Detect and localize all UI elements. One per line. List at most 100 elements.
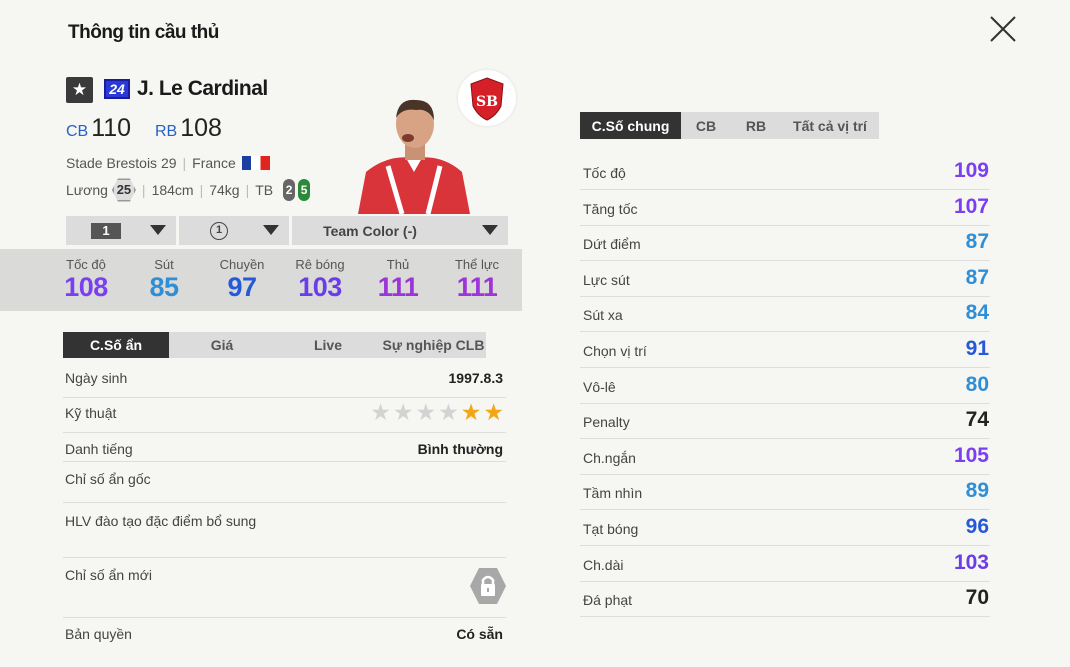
skill-label: Kỹ thuật	[65, 405, 117, 421]
stat-label: Dứt điểm	[583, 236, 641, 253]
tab-rb[interactable]: RB	[731, 112, 781, 139]
birth-label: Ngày sinh	[65, 370, 128, 386]
skill-row: Kỹ thuật ★ ★ ★ ★ ★ ★	[63, 401, 506, 433]
skill-stars: ★ ★ ★ ★ ★ ★	[370, 401, 504, 424]
coach-row: HLV đào tạo đặc điểm bổ sung	[63, 513, 506, 558]
stat-value: 107	[953, 194, 989, 218]
svg-text:SB: SB	[476, 94, 498, 110]
traits-label: Chỉ số ẩn gốc	[65, 471, 151, 487]
close-icon[interactable]	[988, 14, 1018, 44]
new-traits-row: Chỉ số ẩn mới	[63, 567, 506, 618]
weak-foot-icon: 2	[283, 179, 296, 201]
stat-value: 84	[965, 301, 989, 325]
main-stat-value: 97	[227, 272, 257, 302]
rank-select[interactable]: 1	[179, 216, 289, 245]
player-meta: Lương 25 | 184cm | 74kg | TB 2 5	[66, 178, 311, 202]
stat-label: Tạt bóng	[583, 521, 639, 537]
fame-row: Danh tiếng Bình thường	[63, 441, 506, 462]
stat-value: 96	[965, 515, 989, 538]
license-label: Bản quyền	[65, 626, 132, 642]
main-stat: Tốc độ 108	[56, 257, 116, 303]
main-stat: Thể lực 111	[447, 257, 507, 303]
stat-label: Ch.ngắn	[583, 449, 636, 466]
page-title: Thông tin cầu thủ	[68, 22, 219, 43]
star-empty-icon: ★	[415, 399, 437, 425]
main-stat-value: 111	[456, 272, 498, 302]
main-stat-value: 111	[377, 272, 419, 302]
level-select[interactable]: 1	[66, 216, 176, 245]
lock-icon	[470, 568, 506, 604]
license-value: Có sẵn	[456, 626, 503, 642]
weight: 74kg	[209, 182, 240, 198]
salary-label: Lương	[66, 182, 108, 198]
chevron-down-icon	[263, 225, 279, 235]
stat-row: Đá phạt 70	[580, 582, 990, 618]
main-stat: Rê bóng 103	[290, 257, 350, 303]
star-empty-icon: ★	[392, 399, 414, 425]
coach-label: HLV đào tạo đặc điểm bổ sung	[65, 513, 257, 529]
main-stats: Tốc độ 108 Sút 85 Chuyền 97 Rê bóng 103 Thủ 111 Th…	[0, 249, 522, 311]
stat-label: Tầm nhìn	[583, 485, 643, 502]
stat-row: Vô-lê 80	[580, 369, 990, 404]
stat-value: 74	[965, 408, 989, 432]
birth-value: 1997.8.3	[448, 370, 504, 386]
tab-all-positions[interactable]: Tất cả vị trí	[781, 112, 879, 139]
main-stat: Thủ 111	[368, 257, 428, 303]
main-stat-label: Thủ	[386, 257, 410, 272]
stat-label: Vô-lê	[583, 378, 616, 395]
stat-row: Tầm nhìn 89	[580, 475, 990, 511]
star-empty-icon: ★	[370, 399, 391, 425]
france-flag-icon	[241, 156, 270, 170]
stat-label: Tăng tốc	[583, 200, 638, 217]
stat-row: Tốc độ 109	[580, 155, 990, 190]
chevron-down-icon	[482, 225, 498, 235]
stat-label: Sút xa	[583, 307, 623, 324]
stat-value: 91	[965, 337, 989, 360]
star-empty-icon: ★	[438, 399, 459, 425]
main-stat-label: Sút	[154, 257, 174, 272]
rank-value: 1	[210, 221, 228, 240]
position-label: RB	[155, 123, 178, 140]
stat-row: Penalty 74	[580, 404, 990, 440]
main-stat-label: Rê bóng	[295, 257, 345, 272]
stat-row: Ch.ngắn 105	[580, 440, 990, 475]
stat-row: Sút xa 84	[580, 297, 990, 333]
team-color-value: Team Color (-)	[323, 222, 417, 239]
club-logo-icon: SB	[458, 70, 516, 126]
tab-price[interactable]: Giá	[169, 332, 275, 358]
stat-row: Ch.dài 103	[580, 547, 990, 582]
stat-label: Ch.dài	[583, 556, 624, 573]
tab-general-stats[interactable]: C.Số chung	[580, 112, 681, 139]
fame-label: Danh tiếng	[65, 441, 133, 457]
team-color-select[interactable]: Team Color (-)	[292, 216, 508, 245]
stat-label: Tốc độ	[583, 165, 626, 181]
tab-live[interactable]: Live	[275, 332, 381, 358]
stat-label: Lực sút	[583, 271, 630, 288]
star-filled-icon: ★	[460, 399, 482, 425]
chevron-down-icon	[150, 225, 166, 235]
position-label: CB	[66, 123, 89, 140]
tab-club-career[interactable]: Sự nghiệp CLB	[381, 332, 486, 358]
player-name: J. Le Cardinal	[137, 77, 268, 100]
main-stat-value: 85	[149, 272, 179, 302]
player-photo	[358, 92, 470, 214]
tab-hidden-stats[interactable]: C.Số ẩn	[63, 332, 169, 358]
info-tabs: C.Số ẩn Giá Live Sự nghiệp CLB	[63, 332, 486, 358]
tab-cb[interactable]: CB	[681, 112, 731, 139]
new-traits-label: Chỉ số ẩn mới	[65, 567, 152, 583]
club-nation: Stade Brestois 29 | France	[66, 155, 270, 171]
main-stat: Chuyền 97	[212, 257, 272, 303]
main-stat: Sút 85	[134, 257, 194, 303]
season-badge: 24	[104, 79, 130, 99]
main-stat-value: 108	[64, 272, 108, 302]
body-type: TB	[255, 182, 274, 198]
main-stat-label: Tốc độ	[66, 257, 106, 272]
salary-badge: 25	[111, 178, 136, 202]
strong-foot-icon: 5	[298, 179, 311, 201]
stat-label: Penalty	[583, 414, 630, 431]
main-stat-label: Thể lực	[454, 257, 500, 272]
favorite-star-icon[interactable]: ★	[66, 77, 93, 103]
position-ovr: 108	[180, 114, 222, 142]
stat-tabs: C.Số chung CB RB Tất cả vị trí	[580, 112, 879, 139]
license-row: Bản quyền Có sẵn	[63, 626, 506, 648]
